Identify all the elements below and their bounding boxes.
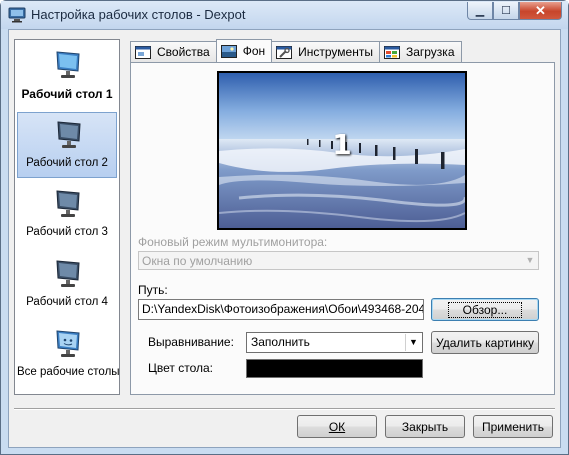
- path-label: Путь:: [138, 283, 168, 297]
- desktop-item-1[interactable]: Рабочий стол 1: [17, 43, 117, 109]
- alignment-label: Выравнивание:: [148, 335, 234, 349]
- monitor-icon: [57, 121, 81, 148]
- preview-desktop-number: 1: [332, 128, 352, 161]
- alignment-select[interactable]: Заполнить ▼: [246, 332, 423, 353]
- monitor-icon: [56, 51, 80, 78]
- remove-picture-button[interactable]: Удалить картинку: [431, 331, 539, 354]
- tab-properties[interactable]: Свойства: [130, 41, 217, 62]
- close-button[interactable]: Закрыть: [385, 415, 465, 438]
- multimonitor-label: Фоновый режим мультимонитора:: [138, 235, 328, 249]
- ok-button-label: ОК: [328, 419, 346, 434]
- tools-icon: [276, 45, 293, 59]
- desktop-item-3[interactable]: Рабочий стол 3: [17, 182, 117, 248]
- multimonitor-value: Окна по умолчанию: [142, 254, 253, 268]
- desktop-color-label: Цвет стола:: [148, 361, 214, 375]
- wallpaper-path-input[interactable]: D:\YandexDisk\Фотоизображения\Обои\49346…: [138, 299, 424, 320]
- window-title: Настройка рабочих столов - Dexpot: [31, 7, 246, 22]
- tab-tools[interactable]: Инструменты: [271, 41, 380, 62]
- wallpaper-preview: 1: [217, 71, 467, 230]
- desktop-color-swatch[interactable]: [246, 359, 423, 378]
- maximize-button[interactable]: ☐: [493, 2, 519, 20]
- apply-button[interactable]: Применить: [473, 415, 553, 438]
- title-bar[interactable]: Настройка рабочих столов - Dexpot ▁ ☐ ✕: [1, 1, 568, 29]
- tab-background[interactable]: Фон: [215, 39, 273, 62]
- desktop-list: Рабочий стол 1 Рабочий стол 2 Рабочий ст…: [14, 39, 120, 395]
- close-window-button[interactable]: ✕: [519, 2, 562, 20]
- multimonitor-select[interactable]: Окна по умолчанию ▼: [138, 251, 539, 270]
- desktop-item-label: Рабочий стол 4: [26, 296, 108, 308]
- chevron-down-icon: ▼: [525, 255, 535, 265]
- close-icon: ✕: [535, 2, 546, 18]
- chevron-down-icon: ▼: [405, 334, 421, 351]
- ok-button[interactable]: ОК: [297, 415, 377, 438]
- tab-label: Инструменты: [298, 45, 373, 59]
- properties-icon: [135, 45, 151, 59]
- desktop-item-label: Рабочий стол 3: [26, 226, 108, 238]
- browse-button[interactable]: Обзор...: [431, 298, 539, 321]
- dexpot-settings-window: Настройка рабочих столов - Dexpot ▁ ☐ ✕: [0, 0, 569, 455]
- minimize-button[interactable]: ▁: [467, 2, 493, 20]
- apply-button-label: Применить: [481, 419, 544, 434]
- monitor-icon: [8, 7, 26, 23]
- wallpaper-preview-image: 1: [219, 73, 465, 228]
- monitor-icon: [56, 190, 80, 217]
- minimize-icon: ▁: [475, 5, 485, 17]
- tab-label: Фон: [242, 44, 266, 58]
- desktop-item-2[interactable]: Рабочий стол 2: [17, 112, 117, 178]
- tab-startup[interactable]: Загрузка: [378, 41, 462, 62]
- alignment-value: Заполнить: [251, 335, 310, 349]
- dialog-client-area: Рабочий стол 1 Рабочий стол 2 Рабочий ст…: [8, 29, 561, 448]
- monitor-all-icon: [56, 330, 80, 357]
- monitor-icon: [56, 260, 80, 287]
- tab-strip: Свойства Фон Инструменты Загрузка: [130, 39, 462, 62]
- tab-label: Загрузка: [405, 45, 455, 59]
- tab-label: Свойства: [157, 45, 210, 59]
- background-tab-panel: 1 Фоновый режим мультимонитора: Окна по …: [130, 62, 555, 395]
- desktop-item-label: Все рабочие столы: [17, 366, 120, 378]
- desktop-item-label: Рабочий стол 2: [26, 157, 108, 169]
- wallpaper-icon: [220, 44, 237, 58]
- caption-buttons: ▁ ☐ ✕: [467, 2, 562, 20]
- desktop-item-all[interactable]: Все рабочие столы: [17, 322, 120, 388]
- close-button-label: Закрыть: [401, 419, 449, 434]
- desktop-item-label: Рабочий стол 1: [21, 87, 113, 101]
- browse-button-label: Обзор...: [447, 301, 523, 318]
- maximize-icon: ☐: [501, 5, 511, 17]
- footer-separator: [14, 408, 555, 410]
- startup-icon: [383, 45, 400, 59]
- desktop-item-4[interactable]: Рабочий стол 4: [17, 252, 117, 318]
